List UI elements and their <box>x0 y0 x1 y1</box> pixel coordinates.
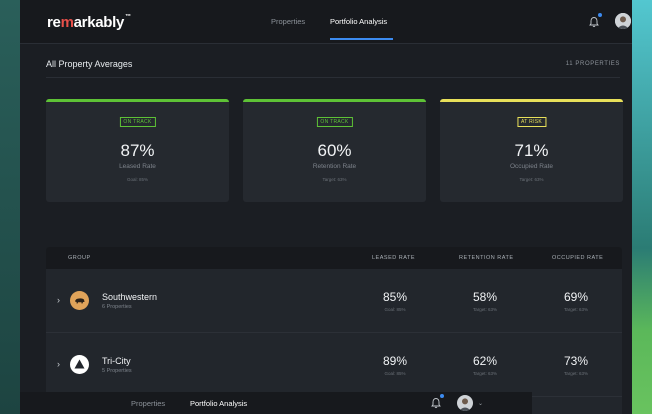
table-row[interactable]: › Southwestern 6 Properties 85% Goal: 85… <box>46 269 622 333</box>
kpi-card-leased: ON TRACK 87% Leased Rate Goal: 85% <box>46 99 229 202</box>
property-count: 11 PROPERTIES <box>565 61 620 67</box>
table-header: GROUP LEASED RATE RETENTION RATE OCCUPIE… <box>46 247 622 269</box>
column-header-retention[interactable]: RETENTION RATE <box>459 255 514 261</box>
logo-part: re <box>47 14 61 31</box>
metric-value: 73% <box>563 354 589 368</box>
notification-dot <box>440 394 444 398</box>
app-window: remarkably™ Properties Portfolio Analysi… <box>20 0 632 414</box>
avatar[interactable] <box>457 395 473 411</box>
bell-icon[interactable] <box>588 16 600 28</box>
section-title: All Property Averages <box>46 59 133 69</box>
occupied-rate-cell: 69% Target: 63% <box>546 290 606 312</box>
group-name: Southwestern <box>102 292 158 302</box>
kpi-label: Retention Rate <box>312 163 357 170</box>
kpi-goal: Target: 63% <box>519 177 544 182</box>
status-badge: ON TRACK <box>316 117 353 127</box>
notification-dot <box>598 13 602 17</box>
kpi-card-occupied: AT RISK 71% Occupied Rate Target: 63% <box>440 99 623 202</box>
tab-properties[interactable]: Properties <box>131 399 165 408</box>
sticky-nav-bar: Properties Portfolio Analysis ⌄ <box>20 392 532 414</box>
status-bar <box>46 99 229 102</box>
kpi-value: 71% <box>514 141 549 160</box>
kpi-label: Leased Rate <box>119 163 156 170</box>
kpi-label: Occupied Rate <box>510 163 553 170</box>
metric-goal: Target: 63% <box>563 371 588 376</box>
kpi-goal: Target: 63% <box>322 177 347 182</box>
metric-value: 69% <box>563 290 589 304</box>
column-header-group[interactable]: GROUP <box>68 255 91 261</box>
status-badge: ON TRACK <box>119 117 156 127</box>
leased-rate-cell: 85% Goal: 85% <box>365 290 425 312</box>
metric-goal: Goal: 85% <box>384 371 406 376</box>
user-photo-icon <box>615 13 631 29</box>
mountain-icon <box>74 359 85 369</box>
group-subtitle: 5 Properties <box>102 368 132 374</box>
retention-rate-cell: 58% Target: 63% <box>455 290 515 312</box>
group-subtitle: 6 Properties <box>102 304 132 310</box>
table-row[interactable]: › Tri-City 5 Properties 89% Goal: 85% 62… <box>46 333 622 397</box>
metric-value: 58% <box>472 290 498 304</box>
buffalo-icon <box>75 298 85 304</box>
user-photo-icon <box>457 395 473 411</box>
metric-goal: Target: 63% <box>472 307 497 312</box>
group-table: GROUP LEASED RATE RETENTION RATE OCCUPIE… <box>46 247 622 414</box>
metric-goal: Goal: 85% <box>384 307 406 312</box>
logo[interactable]: remarkably™ <box>47 14 131 31</box>
chevron-right-icon[interactable]: › <box>57 359 60 369</box>
metric-goal: Target: 63% <box>563 307 588 312</box>
column-header-leased[interactable]: LEASED RATE <box>372 255 415 261</box>
bell-icon[interactable] <box>430 397 442 409</box>
chevron-right-icon[interactable]: › <box>57 295 60 305</box>
status-badge: AT RISK <box>516 117 547 127</box>
column-header-occupied[interactable]: OCCUPIED RATE <box>552 255 603 261</box>
leased-rate-cell: 89% Goal: 85% <box>365 354 425 376</box>
kpi-value: 87% <box>120 141 155 160</box>
background-right <box>632 0 652 414</box>
kpi-goal: Goal: 85% <box>126 177 148 182</box>
logo-part: arkably <box>73 14 125 31</box>
tab-portfolio-analysis[interactable]: Portfolio Analysis <box>190 399 247 408</box>
chevron-down-icon[interactable]: ⌄ <box>478 400 483 407</box>
kpi-value: 60% <box>317 141 352 160</box>
kpi-card-retention: ON TRACK 60% Retention Rate Target: 63% <box>243 99 426 202</box>
avatar[interactable] <box>615 13 631 29</box>
logo-part: m <box>60 14 74 31</box>
tab-properties[interactable]: Properties <box>271 17 305 26</box>
metric-value: 89% <box>382 354 408 368</box>
tab-portfolio-analysis[interactable]: Portfolio Analysis <box>330 17 387 26</box>
logo-tm: ™ <box>125 14 131 20</box>
group-icon <box>70 355 89 374</box>
metric-goal: Target: 63% <box>472 371 497 376</box>
occupied-rate-cell: 73% Target: 63% <box>546 354 606 376</box>
metric-value: 85% <box>382 290 408 304</box>
metric-value: 62% <box>472 354 498 368</box>
divider <box>46 77 620 78</box>
group-icon <box>70 291 89 310</box>
group-name: Tri-City <box>102 356 131 366</box>
active-tab-indicator <box>330 38 393 40</box>
retention-rate-cell: 62% Target: 63% <box>455 354 515 376</box>
top-nav-bar: remarkably™ Properties Portfolio Analysi… <box>20 0 632 44</box>
status-bar <box>243 99 426 102</box>
status-bar <box>440 99 623 102</box>
